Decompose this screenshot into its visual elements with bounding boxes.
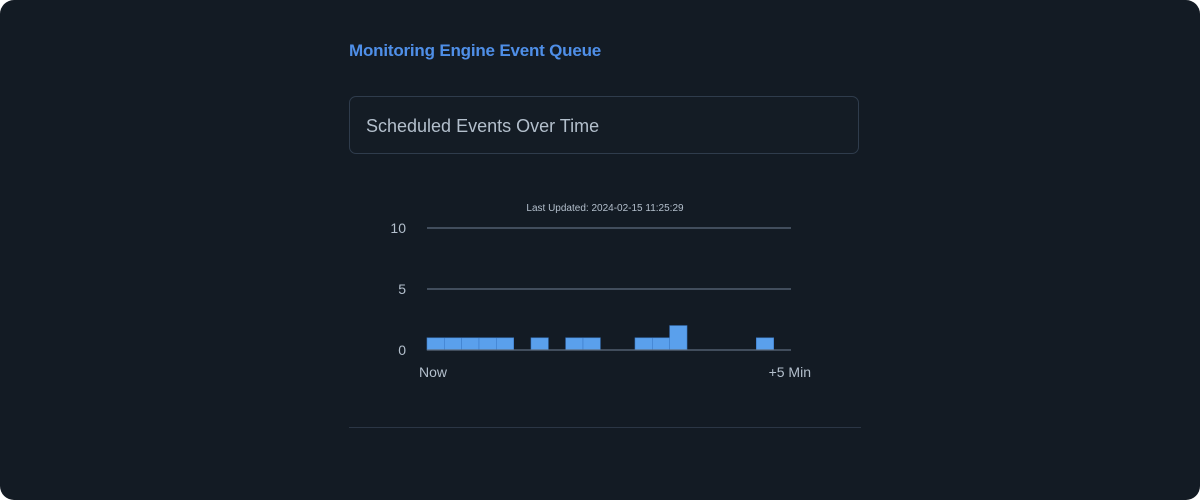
chart-title: Last Updated: 2024-02-15 11:25:29 — [526, 203, 684, 214]
bar-bucket-9 — [582, 337, 601, 351]
chart-gridlines — [427, 227, 791, 290]
bar-bucket-19 — [756, 337, 774, 351]
panel-background: Monitoring Engine Event Queue Scheduled … — [0, 0, 1200, 500]
y-tick-label-0: 0 — [398, 342, 406, 358]
bar-bucket-1 — [444, 337, 462, 351]
panel-title: Monitoring Engine Event Queue — [349, 41, 602, 60]
bar-bucket-3 — [478, 337, 497, 351]
y-tick-label-10: 10 — [390, 220, 406, 236]
bar-bucket-2 — [461, 337, 480, 351]
bar-bucket-4 — [496, 337, 514, 351]
x-axis-end-label: +5 Min — [769, 364, 811, 380]
chart-bars — [426, 325, 774, 351]
bar-bucket-6 — [530, 337, 549, 351]
chart-view-selected-label: Scheduled Events Over Time — [366, 116, 600, 136]
bar-bucket-13 — [652, 337, 670, 351]
bar-bucket-0 — [426, 337, 445, 351]
section-divider — [349, 427, 861, 428]
bar-bucket-14 — [669, 325, 688, 351]
y-axis-ticks: 0 5 10 — [390, 220, 406, 358]
event-queue-chart: Last Updated: 2024-02-15 11:25:29 0 5 10 N… — [390, 203, 811, 380]
bar-bucket-12 — [634, 337, 653, 351]
chart-view-selector[interactable]: Scheduled Events Over Time — [349, 96, 859, 154]
y-tick-label-5: 5 — [398, 281, 406, 297]
x-axis-start-label: Now — [419, 364, 448, 380]
bar-bucket-8 — [565, 337, 584, 351]
